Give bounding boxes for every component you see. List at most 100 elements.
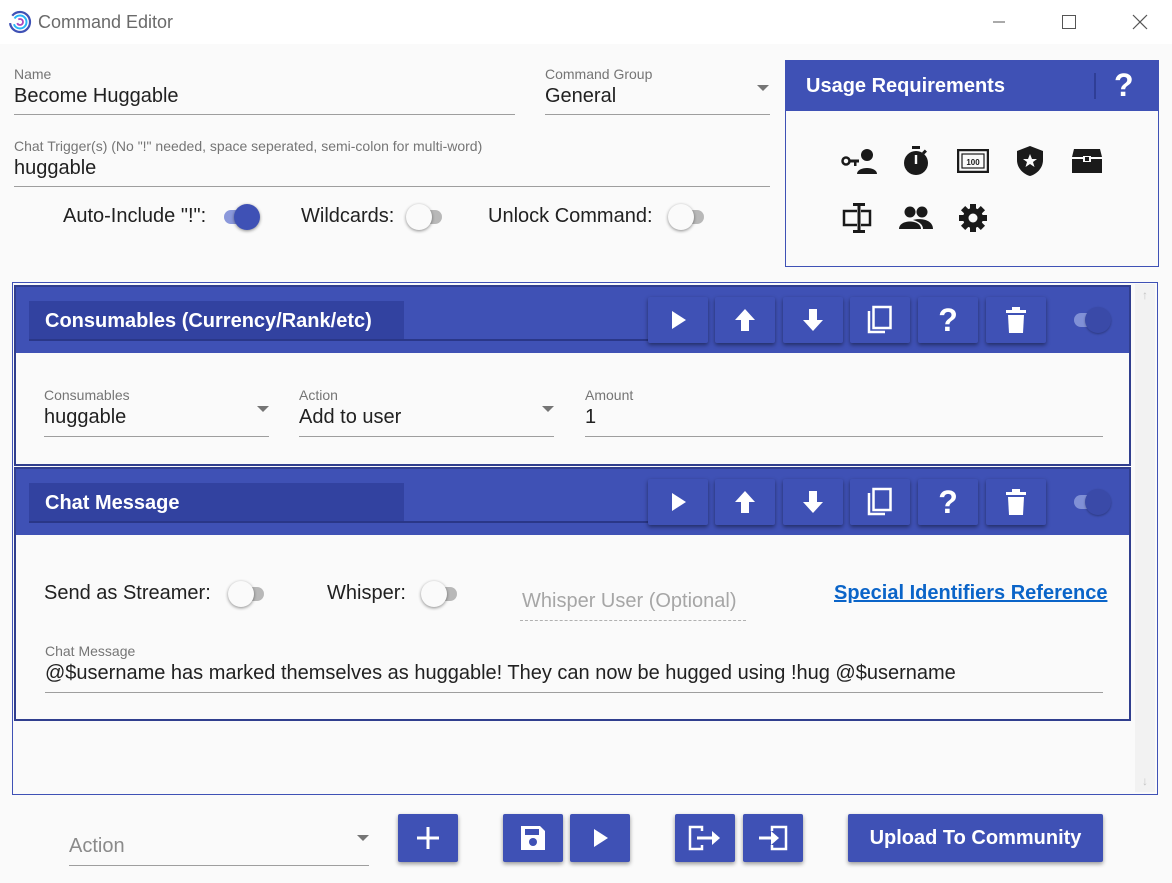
whisper-label: Whisper: — [327, 582, 406, 604]
duplicate-icon — [867, 305, 892, 334]
unlock-command-label: Unlock Command: — [488, 205, 653, 227]
export-button[interactable] — [675, 814, 735, 862]
title-bar: Command Editor — [0, 0, 1172, 44]
wildcards-toggle[interactable] — [406, 202, 442, 232]
special-identifiers-link[interactable]: Special Identifiers Reference — [834, 582, 1107, 605]
test-command-button[interactable] — [570, 814, 630, 862]
command-group-label: Command Group — [545, 66, 653, 82]
role-icon[interactable] — [839, 141, 879, 181]
rank-badge-icon[interactable] — [1010, 141, 1050, 181]
whisper-user-input[interactable]: Whisper User (Optional) — [522, 590, 737, 613]
consumables-label: Consumables — [44, 387, 130, 403]
card-title: Consumables (Currency/Rank/etc) — [45, 310, 372, 332]
maximize-button[interactable] — [1046, 6, 1092, 38]
card-title-box[interactable]: Consumables (Currency/Rank/etc) — [29, 301, 404, 339]
import-button[interactable] — [743, 814, 803, 862]
play-icon — [672, 493, 686, 511]
test-action-button[interactable] — [648, 297, 708, 343]
new-action-select[interactable]: Action — [69, 835, 125, 858]
delete-button[interactable] — [986, 297, 1046, 343]
duplicate-button[interactable] — [850, 479, 910, 525]
arguments-icon[interactable] — [839, 198, 879, 238]
header-separator — [1094, 73, 1096, 99]
name-label: Name — [14, 66, 52, 82]
move-down-icon — [803, 309, 823, 331]
auto-include-label: Auto-Include "!": — [63, 205, 207, 227]
scroll-down-icon[interactable]: ↓ — [1135, 772, 1155, 790]
usage-requirements-title: Usage Requirements — [806, 75, 1005, 97]
add-icon — [417, 827, 439, 849]
amount-label: Amount — [585, 387, 634, 403]
chevron-down-icon[interactable] — [257, 406, 269, 412]
window-title: Command Editor — [38, 12, 174, 32]
play-icon — [672, 311, 686, 329]
upload-to-community-button[interactable]: Upload To Community — [848, 814, 1103, 862]
inventory-chest-icon[interactable] — [1067, 141, 1107, 181]
chevron-down-icon[interactable] — [357, 835, 369, 841]
close-button[interactable] — [1117, 6, 1163, 38]
minimize-button[interactable] — [976, 6, 1022, 38]
send-as-streamer-label: Send as Streamer: — [44, 582, 211, 604]
export-icon — [688, 825, 720, 851]
save-icon — [521, 826, 545, 850]
chat-trigger-underline — [14, 186, 770, 187]
maximize-icon — [1062, 15, 1076, 29]
chevron-down-icon[interactable] — [757, 85, 769, 91]
duplicate-icon — [867, 487, 892, 516]
delete-icon — [1006, 307, 1026, 333]
command-group-select[interactable]: General — [545, 85, 616, 108]
card-title: Chat Message — [45, 492, 180, 514]
settings-icon[interactable] — [953, 198, 993, 238]
consumables-select[interactable]: huggable — [44, 406, 126, 429]
move-up-button[interactable] — [715, 297, 775, 343]
action-type-label: Action — [299, 387, 338, 403]
chevron-down-icon[interactable] — [542, 406, 554, 412]
move-up-button[interactable] — [715, 479, 775, 525]
chat-message-input[interactable]: @$username has marked themselves as hugg… — [45, 662, 956, 685]
threshold-users-icon[interactable] — [896, 198, 936, 238]
wildcards-label: Wildcards: — [301, 205, 395, 227]
command-group-underline — [545, 114, 770, 115]
help-button[interactable]: ? — [918, 479, 978, 525]
move-down-button[interactable] — [783, 297, 843, 343]
card-title-underline — [404, 339, 662, 341]
auto-include-toggle[interactable] — [222, 202, 260, 232]
currency-icon[interactable]: 100 — [953, 141, 993, 181]
name-underline — [14, 114, 515, 115]
duplicate-button[interactable] — [850, 297, 910, 343]
action-type-select[interactable]: Add to user — [299, 406, 401, 429]
help-icon: ? — [938, 301, 958, 338]
chat-trigger-input[interactable]: huggable — [14, 157, 96, 180]
save-button[interactable] — [503, 814, 563, 862]
move-up-icon — [735, 309, 755, 331]
usage-requirements-header: Usage Requirements ? — [786, 61, 1158, 111]
add-action-button[interactable] — [398, 814, 458, 862]
import-icon — [759, 825, 788, 851]
unlock-command-toggle[interactable] — [668, 202, 704, 232]
card-header: Consumables (Currency/Rank/etc) ? — [16, 287, 1129, 353]
delete-button[interactable] — [986, 479, 1046, 525]
amount-input[interactable]: 1 — [585, 406, 596, 429]
card-title-box[interactable]: Chat Message — [29, 483, 404, 521]
name-input[interactable]: Become Huggable — [14, 85, 179, 108]
whisper-toggle[interactable] — [421, 579, 457, 609]
chat-trigger-label: Chat Trigger(s) (No "!" needed, space se… — [14, 138, 483, 154]
amount-underline — [585, 436, 1103, 437]
usage-requirements-help-button[interactable]: ? — [1114, 67, 1134, 104]
action-enabled-toggle[interactable] — [1072, 305, 1111, 335]
whisper-user-underline — [520, 620, 746, 621]
chat-message-label: Chat Message — [45, 643, 136, 659]
cooldown-timer-icon[interactable] — [896, 141, 936, 181]
action-enabled-toggle[interactable] — [1072, 487, 1111, 517]
chat-message-action-card: Chat Message ? Send as Streamer: Whisper… — [14, 467, 1131, 721]
scrollbar[interactable]: ↑ ↓ — [1135, 284, 1155, 792]
move-up-icon — [735, 491, 755, 513]
test-action-button[interactable] — [648, 479, 708, 525]
help-button[interactable]: ? — [918, 297, 978, 343]
scroll-up-icon[interactable]: ↑ — [1135, 286, 1155, 304]
test-run-icon — [594, 829, 608, 847]
move-down-button[interactable] — [783, 479, 843, 525]
svg-text:100: 100 — [966, 158, 980, 167]
consumables-action-card: Consumables (Currency/Rank/etc) ? Consum… — [14, 285, 1131, 466]
send-as-streamer-toggle[interactable] — [228, 579, 264, 609]
